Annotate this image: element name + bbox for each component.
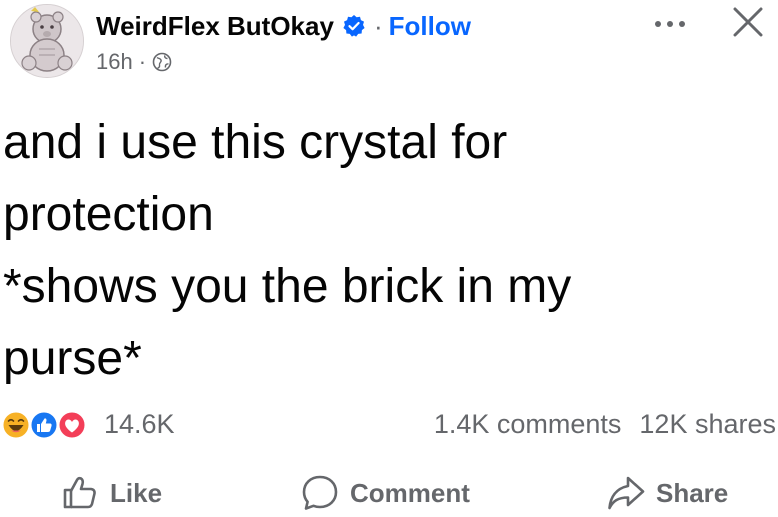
love-icon [57,410,87,440]
follow-button[interactable]: Follow [389,11,471,42]
comment-icon [302,475,338,510]
post-timestamp[interactable]: 16h [96,49,133,75]
meta-dot: · [138,49,147,74]
post-header: WeirdFlex ButOkay · Follow 16h · [0,0,778,90]
separator-dot: · [373,10,383,41]
author-name[interactable]: WeirdFlex ButOkay [96,11,334,42]
globe-icon [152,52,172,72]
share-arrow-icon [608,476,645,510]
shares-count[interactable]: 12K shares [639,409,776,440]
share-label: Share [656,477,729,508]
avatar[interactable] [10,4,84,78]
verified-badge-icon [343,15,365,37]
teddy-bear-avatar-image [11,5,83,77]
like-label: Like [110,477,163,508]
action-bar: Like Comment Share [0,470,778,516]
author-row: WeirdFlex ButOkay · Follow [96,8,471,44]
more-options-icon[interactable] [650,12,690,36]
comment-button[interactable]: Comment [300,470,470,516]
close-icon[interactable] [729,3,767,41]
like-icon [29,410,59,440]
post-meta: 16h · [96,47,172,77]
reaction-icons[interactable] [1,410,97,440]
comments-count[interactable]: 1.4K comments [434,409,622,440]
share-button[interactable]: Share [606,470,728,516]
comment-label: Comment [350,477,470,508]
post-text: and i use this crystal for protection *s… [3,116,572,385]
engagement-stats: 14.6K 1.4K comments 12K shares [0,400,778,450]
comments-shares: 1.4K comments 12K shares [434,409,776,440]
like-button[interactable]: Like [60,470,162,516]
haha-icon [1,410,31,440]
thumbs-up-icon [63,476,96,509]
reaction-count[interactable]: 14.6K [104,409,175,440]
